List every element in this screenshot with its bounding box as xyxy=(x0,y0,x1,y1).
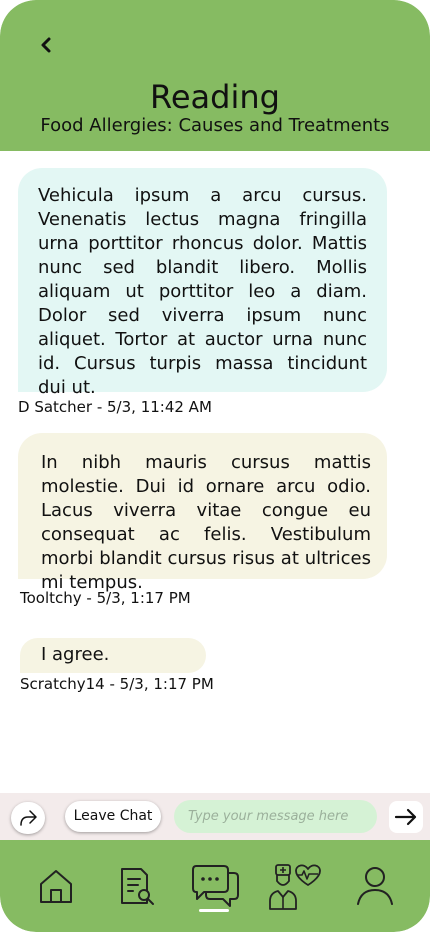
share-icon xyxy=(20,810,37,826)
document-search-icon xyxy=(121,868,154,905)
leave-chat-button[interactable]: Leave Chat xyxy=(65,801,161,832)
message-meta: D Satcher - 5/3, 11:42 AM xyxy=(18,398,212,416)
back-button[interactable] xyxy=(34,32,58,58)
home-icon xyxy=(40,870,72,903)
header-bar: Reading Food Allergies: Causes and Treat… xyxy=(0,0,430,151)
message-bubble: I agree. xyxy=(20,638,206,673)
send-button[interactable] xyxy=(389,801,423,833)
page-subtitle: Food Allergies: Causes and Treatments xyxy=(40,115,390,136)
doctor-heart-icon xyxy=(269,864,321,910)
active-tab-indicator xyxy=(199,909,229,912)
page-title: Reading xyxy=(150,78,280,116)
bottom-navigation xyxy=(0,840,430,932)
message-bubble: In nibh mauris cursus mattis molestie. D… xyxy=(18,433,387,593)
message-meta: Scratchy14 - 5/3, 1:17 PM xyxy=(20,675,214,693)
nav-home[interactable] xyxy=(29,862,83,910)
nav-chat[interactable] xyxy=(189,862,243,910)
arrow-right-icon xyxy=(394,808,417,826)
nav-profile[interactable] xyxy=(348,862,402,910)
chevron-left-icon xyxy=(41,37,51,53)
chat-bubbles-icon xyxy=(192,865,239,907)
nav-doctor[interactable] xyxy=(265,862,325,910)
message-input[interactable] xyxy=(174,800,377,833)
user-icon xyxy=(357,867,393,905)
chat-screen: Reading Food Allergies: Causes and Treat… xyxy=(0,0,430,932)
message-bubble: Vehicula ipsum a arcu cursus. Venenatis … xyxy=(18,168,387,398)
nav-document-search[interactable] xyxy=(110,862,164,910)
share-button[interactable] xyxy=(11,802,45,834)
message-meta: Tooltchy - 5/3, 1:17 PM xyxy=(20,589,191,607)
